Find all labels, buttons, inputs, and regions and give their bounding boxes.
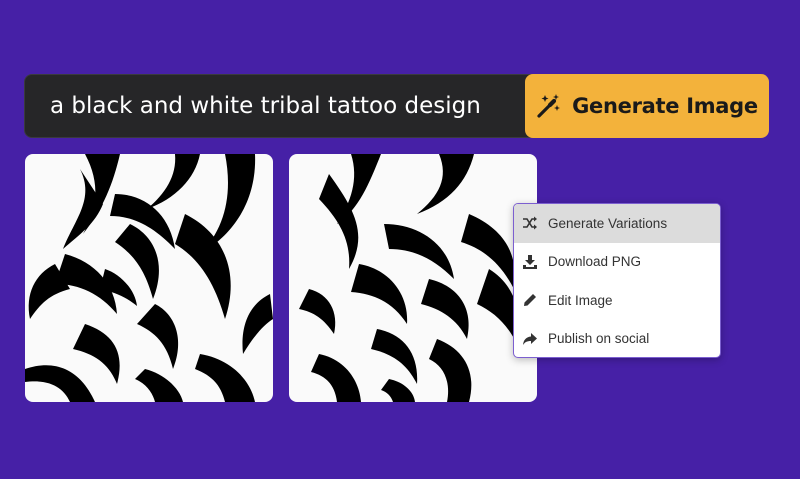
menu-item-download-png[interactable]: Download PNG	[514, 243, 720, 282]
share-icon	[523, 332, 537, 345]
prompt-bar: Generate Image	[24, 74, 769, 138]
download-icon	[523, 254, 537, 269]
menu-label-publish-on-social: Publish on social	[548, 331, 650, 347]
tribal-tattoo-artwork-1	[25, 154, 273, 402]
menu-item-generate-variations[interactable]: Generate Variations	[514, 204, 720, 243]
prompt-input[interactable]	[25, 75, 525, 137]
menu-label-edit-image: Edit Image	[548, 292, 613, 308]
generate-image-button[interactable]: Generate Image	[525, 74, 769, 138]
menu-label-generate-variations: Generate Variations	[548, 215, 668, 231]
menu-item-edit-image[interactable]: Edit Image	[514, 281, 720, 320]
context-menu: Generate Variations Download PNG Edit Im…	[513, 203, 721, 358]
tribal-tattoo-artwork-2	[299, 154, 520, 402]
magic-wand-icon	[537, 94, 561, 118]
shuffle-icon	[523, 216, 537, 230]
pencil-icon	[524, 294, 536, 307]
tribal-tattoo-image-2[interactable]	[289, 154, 537, 402]
tribal-tattoo-image-1[interactable]	[25, 154, 273, 402]
menu-label-download-png: Download PNG	[548, 254, 642, 270]
menu-item-publish-on-social[interactable]: Publish on social	[514, 320, 720, 358]
generate-image-label: Generate Image	[572, 94, 758, 118]
